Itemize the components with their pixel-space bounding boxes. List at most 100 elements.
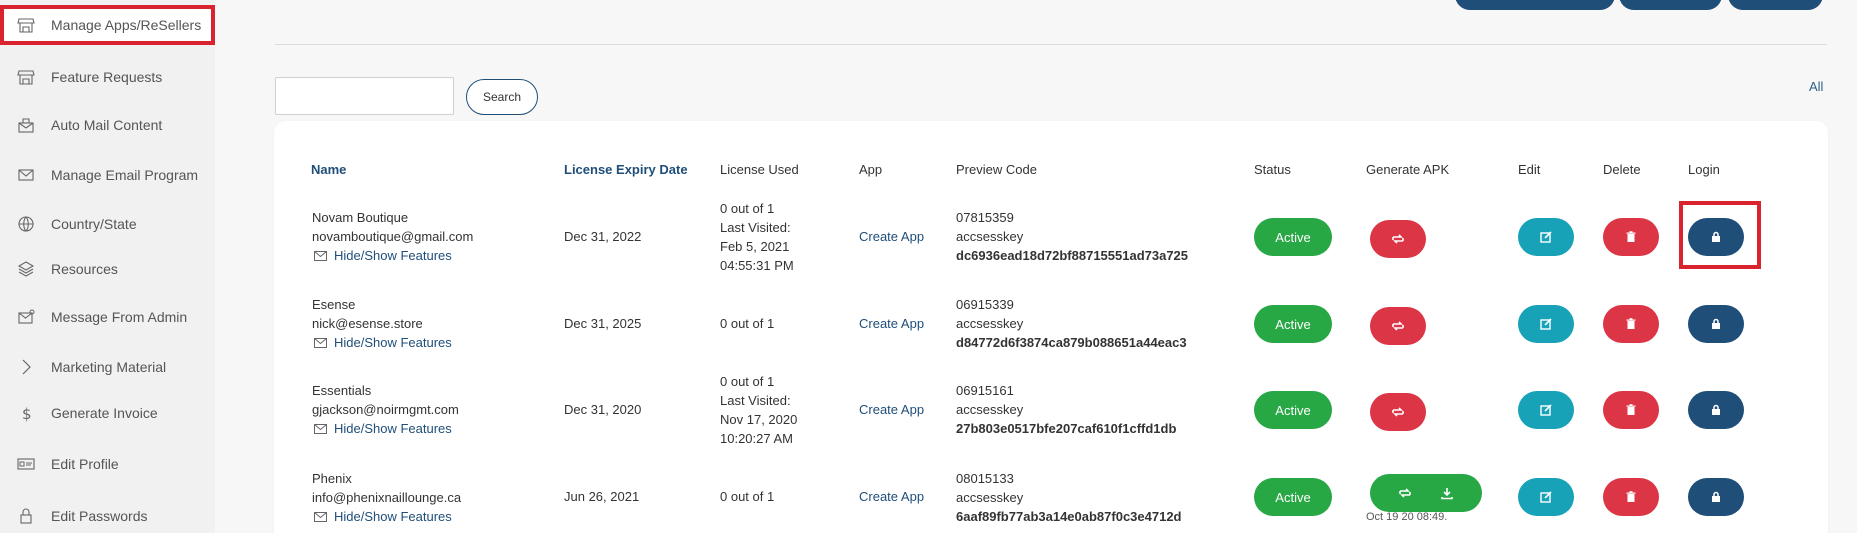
- license-used-cell: 0 out of 1: [720, 316, 775, 331]
- generate-apk-button-group: [1370, 474, 1482, 512]
- dollar-icon: $: [17, 404, 35, 422]
- search-input[interactable]: [275, 77, 454, 115]
- sidebar-item-feature-requests[interactable]: Feature Requests: [0, 57, 215, 97]
- regenerate-apk-button[interactable]: [1370, 393, 1426, 431]
- table-row-name-cell: Novam Boutique novamboutique@gmail.com H…: [312, 208, 473, 265]
- column-header-license-used: License Used: [720, 162, 799, 177]
- delete-button[interactable]: [1603, 478, 1659, 516]
- column-header-login: Login: [1688, 162, 1720, 177]
- expiry-date: Jun 26, 2021: [564, 489, 640, 504]
- mail-auto-icon: [17, 116, 35, 134]
- sidebar-item-resources[interactable]: Resources: [0, 249, 215, 289]
- preview-code-cell: 08015133 accsesskey 6aaf89fb77ab3a14e0ab…: [956, 471, 1182, 524]
- column-header-preview-code: Preview Code: [956, 162, 1037, 177]
- sidebar-item-email-program[interactable]: Manage Email Program: [0, 155, 215, 195]
- status-badge[interactable]: Active: [1254, 478, 1332, 516]
- download-icon[interactable]: [1440, 486, 1454, 500]
- reseller-email: gjackson@noirmgmt.com: [312, 402, 459, 417]
- expiry-date: Dec 31, 2025: [564, 316, 642, 331]
- sidebar-item-label: Auto Mail Content: [51, 117, 163, 133]
- edit-button[interactable]: [1518, 391, 1574, 429]
- column-header-generate-apk: Generate APK: [1366, 162, 1450, 177]
- header-action-button[interactable]: [1619, 0, 1722, 10]
- column-header-expiry[interactable]: License Expiry Date: [564, 162, 688, 177]
- delete-button[interactable]: [1603, 305, 1659, 343]
- hide-show-features-link[interactable]: Hide/Show Features: [312, 333, 452, 352]
- id-card-icon: [17, 455, 35, 473]
- sidebar-item-edit-profile[interactable]: Edit Profile: [0, 444, 215, 484]
- sidebar-item-label: Message From Admin: [51, 309, 188, 325]
- column-header-name[interactable]: Name: [311, 162, 346, 177]
- apk-generated-time: Oct 19 20 08:49.: [1366, 511, 1448, 523]
- create-app-link[interactable]: Create App: [859, 314, 924, 333]
- sidebar-item-label: Resources: [51, 261, 118, 277]
- sidebar-item-label: Generate Invoice: [51, 405, 158, 421]
- trash-icon: [1626, 318, 1636, 329]
- sidebar-item-invoice[interactable]: $ Generate Invoice: [0, 393, 215, 433]
- trash-icon: [1626, 404, 1636, 415]
- edit-icon: [1540, 231, 1552, 243]
- delete-button[interactable]: [1603, 391, 1659, 429]
- refresh-icon: [1392, 321, 1404, 331]
- reseller-name: Phenix: [312, 471, 352, 486]
- login-button[interactable]: [1688, 478, 1744, 516]
- create-app-link[interactable]: Create App: [859, 227, 924, 246]
- lock-icon: [17, 507, 35, 525]
- all-link[interactable]: All: [1809, 79, 1823, 94]
- sidebar-item-label: Manage Email Program: [51, 167, 199, 183]
- search-button[interactable]: Search: [466, 79, 538, 115]
- envelope-icon: [314, 250, 327, 261]
- reseller-email: novamboutique@gmail.com: [312, 229, 474, 244]
- edit-button[interactable]: [1518, 305, 1574, 343]
- table-row-name-cell: Phenix info@phenixnaillounge.ca Hide/Sho…: [312, 469, 461, 526]
- sidebar-item-label: Marketing Material: [51, 359, 167, 375]
- hide-show-features-link[interactable]: Hide/Show Features: [312, 419, 459, 438]
- status-badge[interactable]: Active: [1254, 218, 1332, 256]
- sidebar-item-label: Edit Profile: [51, 456, 119, 472]
- column-header-delete: Delete: [1603, 162, 1641, 177]
- hide-show-features-link[interactable]: Hide/Show Features: [312, 507, 461, 526]
- sidebar-item-message-admin[interactable]: Message From Admin: [0, 297, 215, 337]
- sidebar-item-manage-apps[interactable]: Manage Apps/ReSellers: [0, 5, 215, 45]
- sidebar-item-label: Feature Requests: [51, 69, 163, 85]
- login-button[interactable]: [1688, 305, 1744, 343]
- lock-icon: [1712, 491, 1720, 502]
- edit-button[interactable]: [1518, 478, 1574, 516]
- reseller-name: Novam Boutique: [312, 210, 409, 225]
- status-badge[interactable]: Active: [1254, 305, 1332, 343]
- delete-button[interactable]: [1603, 218, 1659, 256]
- sidebar-item-label: Manage Apps/ReSellers: [51, 17, 202, 33]
- reseller-name: Essentials: [312, 383, 372, 398]
- login-button[interactable]: [1688, 391, 1744, 429]
- regenerate-apk-button[interactable]: [1370, 307, 1426, 345]
- regenerate-apk-button[interactable]: [1370, 220, 1426, 258]
- store-icon: [17, 68, 35, 86]
- chevron-right-icon: [17, 358, 35, 376]
- table-row-name-cell: Esense nick@esense.store Hide/Show Featu…: [312, 295, 452, 352]
- preview-code-cell: 06915339 accsesskey d84772d6f3874ca879b0…: [956, 297, 1187, 350]
- header-action-button[interactable]: [1455, 0, 1615, 10]
- column-header-status: Status: [1254, 162, 1291, 177]
- globe-icon: [17, 215, 35, 233]
- status-badge[interactable]: Active: [1254, 391, 1332, 429]
- trash-icon: [1626, 231, 1636, 242]
- refresh-icon: [1392, 407, 1404, 417]
- create-app-link[interactable]: Create App: [859, 487, 924, 506]
- sidebar-item-marketing[interactable]: Marketing Material: [0, 347, 215, 387]
- mail-admin-icon: [17, 308, 35, 326]
- refresh-icon[interactable]: [1398, 486, 1412, 500]
- svg-text:$: $: [22, 405, 32, 422]
- header-action-button[interactable]: [1728, 0, 1823, 10]
- edit-icon: [1540, 404, 1552, 416]
- edit-icon: [1540, 318, 1552, 330]
- divider: [275, 44, 1827, 45]
- license-used-cell: 0 out of 1: [720, 489, 775, 504]
- sidebar-item-country-state[interactable]: Country/State: [0, 204, 215, 244]
- edit-button[interactable]: [1518, 218, 1574, 256]
- hide-show-features-link[interactable]: Hide/Show Features: [312, 246, 473, 265]
- create-app-link[interactable]: Create App: [859, 400, 924, 419]
- sidebar-item-auto-mail[interactable]: Auto Mail Content: [0, 105, 215, 145]
- sidebar-item-label: Country/State: [51, 216, 137, 232]
- sidebar-item-edit-passwords[interactable]: Edit Passwords: [0, 496, 215, 533]
- preview-code-cell: 06915161 accsesskey 27b803e0517bfe207caf…: [956, 383, 1177, 436]
